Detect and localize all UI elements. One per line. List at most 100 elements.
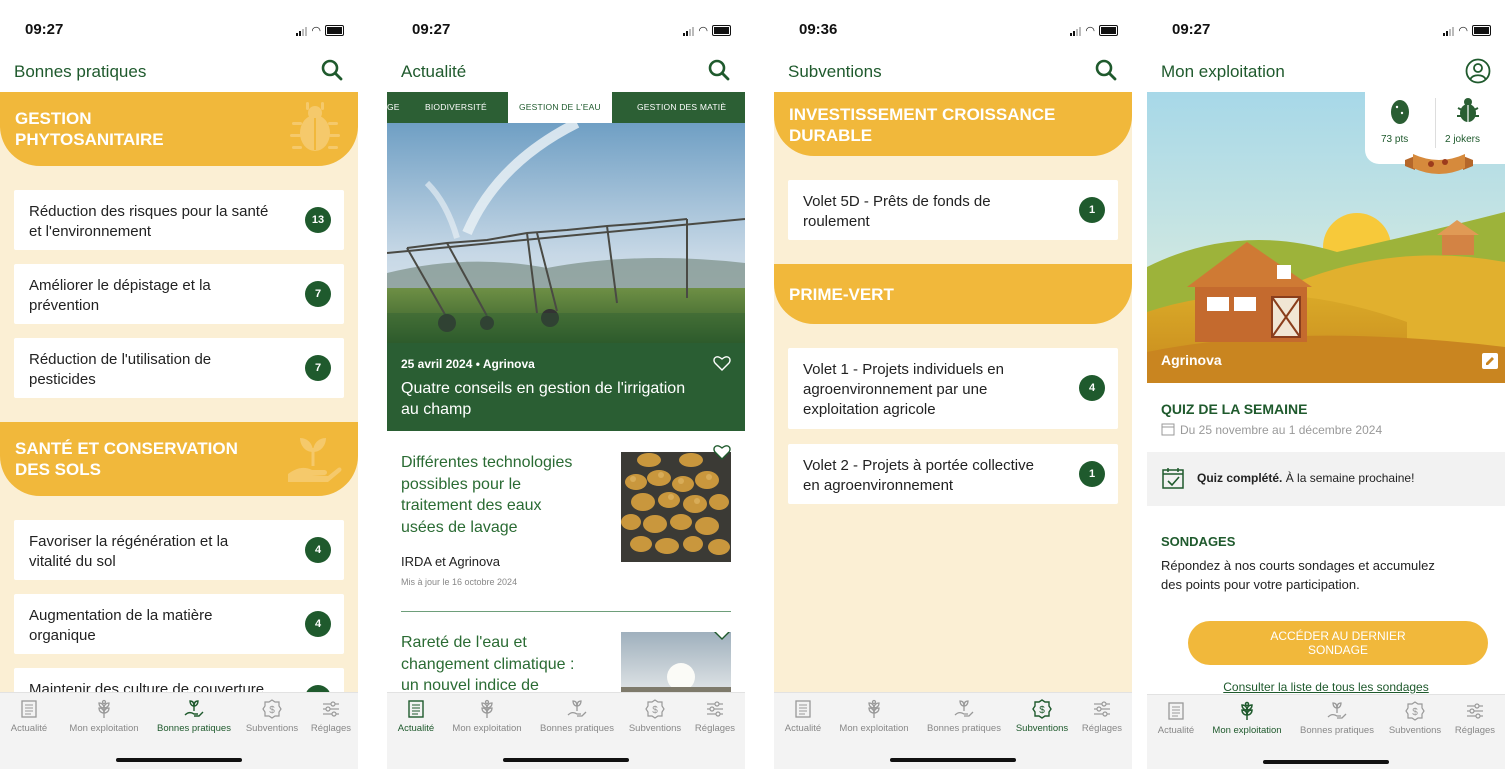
home-indicator xyxy=(116,758,242,762)
heart-icon[interactable] xyxy=(713,632,731,645)
battery-icon xyxy=(712,25,731,36)
list-item[interactable]: Volet 1 - Projets individuels en agroenvi… xyxy=(788,348,1118,429)
survey-access-button[interactable]: ACCÉDER AU DERNIER SONDAGE xyxy=(1188,621,1488,665)
list-item[interactable]: Réduction des risques pour la santé et l'… xyxy=(14,190,344,250)
section-header-sante-sols[interactable]: SANTÉ ET CONSERVATION DES SOLS xyxy=(0,422,358,496)
article-title: Rareté de l'eau et changement climatique … xyxy=(401,634,575,692)
count-badge: 4 xyxy=(1079,375,1105,401)
section-title: SANTÉ ET CONSERVATION DES SOLS xyxy=(15,439,238,479)
count-badge: 13 xyxy=(305,207,331,233)
farm-name: Agrinova xyxy=(1161,352,1222,368)
tab-subventions[interactable]: $ Subventions xyxy=(1010,699,1074,734)
featured-meta: 25 avril 2024 • Agrinova xyxy=(401,357,535,371)
tab-reglages[interactable]: Réglages xyxy=(1076,699,1128,734)
edit-icon[interactable] xyxy=(1481,352,1499,375)
heart-icon[interactable] xyxy=(713,355,731,376)
calendar-check-icon xyxy=(1161,466,1185,495)
chip-category[interactable]: GE xyxy=(387,92,406,123)
tab-label: Mon exploitation xyxy=(452,723,522,734)
home-indicator xyxy=(890,758,1016,762)
tab-bonnes-pratiques[interactable]: Bonnes pratiques xyxy=(1293,701,1381,736)
wifi-icon: ◠ xyxy=(311,25,321,37)
wheat-icon xyxy=(1205,701,1289,721)
practices-list: GESTION PHYTOSANITAIRE Réduction des risq… xyxy=(0,92,358,692)
wifi-icon: ◠ xyxy=(1458,25,1468,37)
list-item[interactable]: Maintenir des culture de couverture xyxy=(14,668,344,692)
page-title: Subventions xyxy=(788,62,882,81)
tab-mon-exploitation[interactable]: Mon exploitation xyxy=(1205,701,1289,736)
list-item[interactable]: Améliorer le dépistage et la prévention 7 xyxy=(14,264,344,324)
section-title: PRIME-VERT xyxy=(789,285,894,304)
tab-reglages[interactable]: Réglages xyxy=(306,699,356,734)
wifi-icon: ◠ xyxy=(698,25,708,37)
featured-title: Quatre conseils en gestion de l'irrigati… xyxy=(401,380,686,418)
screen-subventions: 09:36 ◠ Subventions INVESTISSEMENT CROIS… xyxy=(774,0,1132,769)
status-bar: 09:27 ◠ xyxy=(0,0,358,60)
chip-gestion-eau[interactable]: GESTION DE L'EAU xyxy=(508,92,612,123)
heart-icon[interactable] xyxy=(713,444,731,465)
status-time: 09:27 xyxy=(1172,21,1211,38)
all-surveys-link[interactable]: Consulter la liste de tous les sondages xyxy=(1147,680,1505,694)
section-header-investissement[interactable]: INVESTISSEMENT CROISSANCE DURABLE xyxy=(774,92,1132,156)
article-card[interactable]: Rareté de l'eau et changement climatique … xyxy=(401,632,731,692)
tab-actualite[interactable]: Actualité xyxy=(391,699,441,734)
tab-bar: Actualité Mon exploitation Bonnes pratiq… xyxy=(774,692,1132,769)
seedling-hand-icon xyxy=(284,430,342,491)
list-item-label: Réduction des risques pour la santé et l'… xyxy=(29,203,269,240)
tab-bonnes-pratiques[interactable]: Bonnes pratiques xyxy=(920,699,1008,734)
tab-subventions[interactable]: $ Subventions xyxy=(240,699,304,734)
list-item-label: Améliorer le dépistage et la prévention xyxy=(29,277,211,314)
list-item[interactable]: Volet 5D - Prêts de fonds de roulement 1 xyxy=(788,180,1118,240)
count-badge xyxy=(305,685,331,692)
tab-reglages[interactable]: Réglages xyxy=(689,699,741,734)
list-item-label: Augmentation de la matière organique xyxy=(29,607,213,644)
battery-icon xyxy=(1099,25,1118,36)
screen-actualite: 09:27 ◠ Actualité GE BIODIVERSITÉ GESTIO… xyxy=(387,0,745,769)
search-icon[interactable] xyxy=(1094,58,1118,87)
count-badge: 1 xyxy=(1079,461,1105,487)
points-panel[interactable]: 73 pts 2 jokers xyxy=(1365,92,1505,174)
tab-actualite[interactable]: Actualité xyxy=(4,699,54,734)
tab-reglages[interactable]: Réglages xyxy=(1449,701,1501,736)
page-title: Bonnes pratiques xyxy=(14,62,147,81)
status-bar: 09:27 ◠ xyxy=(387,0,745,60)
tab-label: Bonnes pratiques xyxy=(540,723,614,734)
chip-gestion-matieres[interactable]: GESTION DES MATIÈ xyxy=(637,92,726,123)
tab-subventions[interactable]: $ Subventions xyxy=(623,699,687,734)
list-item-label: Volet 5D - Prêts de fonds de roulement xyxy=(803,193,991,230)
list-item[interactable]: Réduction de l'utilisation de pesticides … xyxy=(14,338,344,398)
page-title: Mon exploitation xyxy=(1161,62,1285,81)
svg-text:$: $ xyxy=(652,705,658,716)
tab-actualite[interactable]: Actualité xyxy=(778,699,828,734)
list-item[interactable]: Augmentation de la matière organique 4 xyxy=(14,594,344,654)
article-card[interactable]: Différentes technologies possibles pour l… xyxy=(401,445,731,612)
tab-mon-exploitation[interactable]: Mon exploitation xyxy=(62,699,146,734)
section-header-prime-vert[interactable]: PRIME-VERT xyxy=(774,264,1132,324)
sliders-icon xyxy=(1449,701,1501,721)
profile-icon[interactable] xyxy=(1465,58,1491,89)
surveys-description: Répondez à nos courts sondages et accumu… xyxy=(1161,558,1435,592)
section-header-phytosanitaire[interactable]: GESTION PHYTOSANITAIRE xyxy=(0,92,358,166)
newspaper-icon xyxy=(778,699,828,719)
potato-icon xyxy=(1389,98,1411,131)
featured-image[interactable] xyxy=(387,123,745,343)
tab-bonnes-pratiques[interactable]: Bonnes pratiques xyxy=(533,699,621,734)
tab-mon-exploitation[interactable]: Mon exploitation xyxy=(832,699,916,734)
tab-mon-exploitation[interactable]: Mon exploitation xyxy=(445,699,529,734)
wheat-icon xyxy=(832,699,916,719)
featured-caption[interactable]: 25 avril 2024 • Agrinova Quatre conseils… xyxy=(387,343,745,431)
list-item[interactable]: Volet 2 - Projets à portée collective en … xyxy=(788,444,1118,504)
chip-biodiversite[interactable]: BIODIVERSITÉ xyxy=(425,92,487,123)
category-chips: GE BIODIVERSITÉ GESTION DE L'EAU GESTION… xyxy=(387,92,745,123)
newspaper-icon xyxy=(1151,701,1201,721)
search-icon[interactable] xyxy=(320,58,344,87)
app-header: Actualité xyxy=(387,58,745,92)
quiz-dates: Du 25 novembre au 1 décembre 2024 xyxy=(1180,423,1383,437)
tab-actualite[interactable]: Actualité xyxy=(1151,701,1201,736)
tab-label: Mon exploitation xyxy=(1212,725,1282,736)
surveys-title: SONDAGES xyxy=(1161,534,1236,549)
tab-bonnes-pratiques[interactable]: Bonnes pratiques xyxy=(150,699,238,734)
list-item[interactable]: Favoriser la régénération et la vitalité … xyxy=(14,520,344,580)
search-icon[interactable] xyxy=(707,58,731,87)
tab-subventions[interactable]: $ Subventions xyxy=(1383,701,1447,736)
